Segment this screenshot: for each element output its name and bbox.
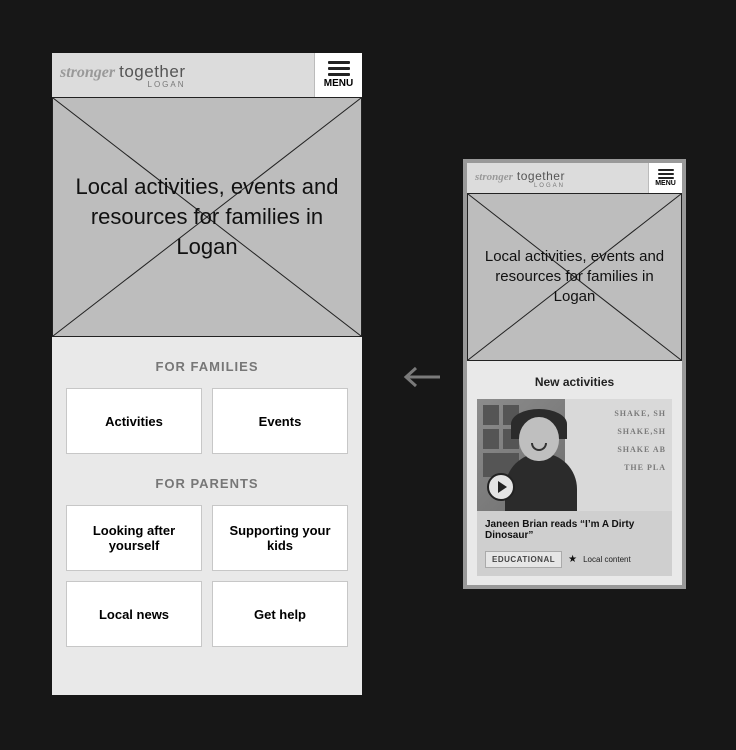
hero-banner: Local activities, events and resources f… [467, 193, 682, 361]
tile-local-news[interactable]: Local news [66, 581, 202, 647]
poster-text: SHAKE, SH [614, 409, 666, 418]
brand-word-1: stronger [60, 64, 115, 82]
brand-logo[interactable]: stronger together LOGAN [475, 167, 565, 189]
brand-logo[interactable]: stronger together LOGAN [60, 62, 186, 89]
section-title-new-activities: New activities [467, 375, 682, 389]
menu-label: MENU [324, 78, 353, 89]
tag-educational[interactable]: EDUCATIONAL [485, 551, 562, 568]
hamburger-icon [328, 61, 350, 76]
hero-headline: Local activities, events and resources f… [53, 172, 361, 261]
menu-button[interactable]: MENU [648, 163, 682, 193]
wireframe-primary: stronger together LOGAN MENU Local activ… [52, 53, 362, 695]
hero-banner: Local activities, events and resources f… [52, 97, 362, 337]
video-title: Janeen Brian reads “I’m A Dirty Dinosaur… [477, 511, 672, 547]
poster-text: THE PLA [624, 463, 666, 472]
topbar: stronger together LOGAN MENU [52, 53, 362, 97]
star-icon: ★ [568, 554, 577, 565]
brand-word-2: together [119, 62, 185, 81]
local-content-label: Local content [583, 555, 631, 564]
video-meta: EDUCATIONAL ★ Local content [477, 547, 672, 576]
tile-looking-after-yourself[interactable]: Looking after yourself [66, 505, 202, 571]
video-thumbnail: SHAKE, SH SHAKE,SH SHAKE AB THE PLA [477, 399, 672, 511]
person-illustration [505, 413, 577, 511]
menu-label: MENU [655, 180, 676, 187]
tile-get-help[interactable]: Get help [212, 581, 348, 647]
video-card[interactable]: SHAKE, SH SHAKE,SH SHAKE AB THE PLA Jane… [477, 399, 672, 576]
poster-text: SHAKE AB [617, 445, 666, 454]
topbar: stronger together LOGAN MENU [467, 163, 682, 193]
hero-headline: Local activities, events and resources f… [468, 247, 681, 308]
play-icon[interactable] [487, 473, 515, 501]
tile-events[interactable]: Events [212, 388, 348, 454]
menu-button[interactable]: MENU [314, 53, 362, 97]
brand-word-2: together [517, 169, 565, 183]
section-title-families: FOR FAMILIES [52, 359, 362, 374]
poster-text: SHAKE,SH [617, 427, 666, 436]
section-title-parents: FOR PARENTS [52, 476, 362, 491]
hamburger-icon [658, 169, 674, 179]
tile-activities[interactable]: Activities [66, 388, 202, 454]
wireframe-secondary: stronger together LOGAN MENU Local activ… [463, 159, 686, 589]
tiles-parents: Looking after yourself Supporting your k… [52, 505, 362, 647]
brand-word-1: stronger [475, 171, 513, 183]
arrow-left-icon [400, 365, 442, 394]
tiles-families: Activities Events [52, 388, 362, 454]
brand-sub: LOGAN [517, 183, 565, 189]
tile-supporting-your-kids[interactable]: Supporting your kids [212, 505, 348, 571]
